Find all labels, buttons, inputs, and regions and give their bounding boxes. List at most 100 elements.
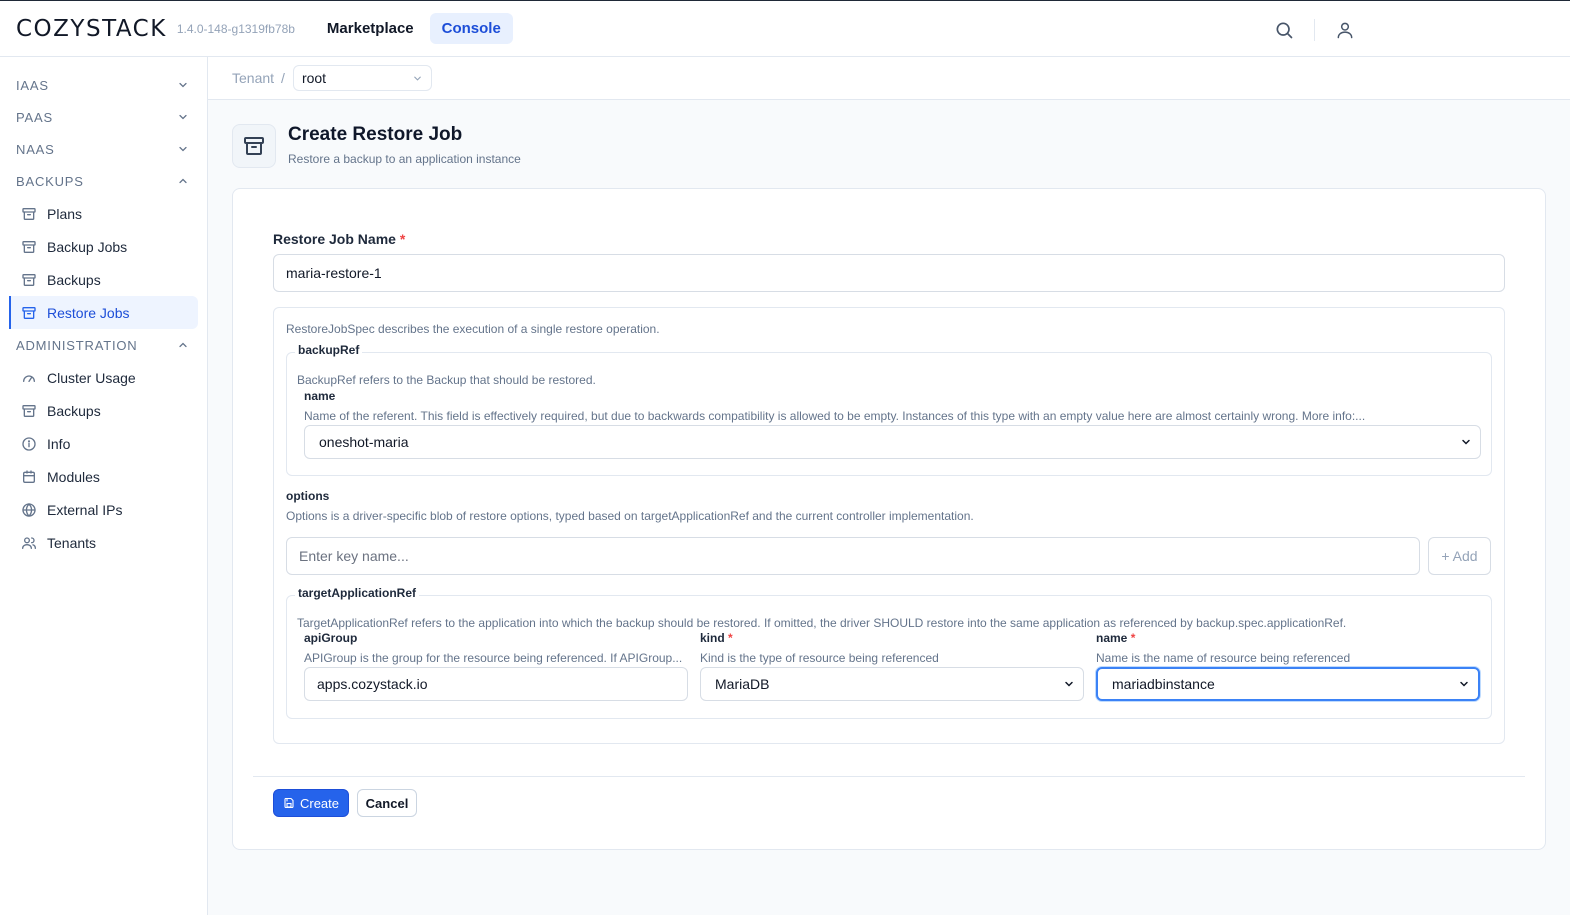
- sidebar-item-label: Modules: [47, 468, 100, 485]
- select-value: MariaDB: [715, 676, 770, 692]
- sidebar-item-tenants[interactable]: Tenants: [9, 526, 198, 559]
- breadcrumb-separator: /: [281, 70, 285, 86]
- target-app-ref-fieldset: targetApplicationRef TargetApplicationRe…: [286, 586, 1492, 719]
- backupref-legend: backupRef: [295, 343, 363, 357]
- sidebar-item-restore-jobs[interactable]: Restore Jobs: [9, 296, 198, 329]
- label-text: kind: [700, 631, 725, 645]
- archive-icon: [232, 124, 276, 168]
- apigroup-description: APIGroup is the group for the resource b…: [304, 651, 683, 665]
- top-actions: [1274, 19, 1355, 41]
- app-logo[interactable]: COZYSTACK: [16, 16, 167, 42]
- label-text: name: [1096, 631, 1128, 645]
- select-value: mariadbinstance: [1112, 676, 1215, 692]
- archive-icon: [21, 206, 37, 222]
- top-bar: COZYSTACK 1.4.0-148-g1319fb78b Marketpla…: [0, 0, 1570, 57]
- calendar-icon: [21, 469, 37, 485]
- create-button[interactable]: Create: [273, 789, 349, 817]
- page-header: Create Restore Job Restore a backup to a…: [232, 124, 521, 168]
- restore-job-name-input[interactable]: [273, 254, 1505, 292]
- options-key-input[interactable]: [286, 537, 1420, 575]
- chevron-down-icon: [177, 79, 189, 91]
- sidebar-section-naas[interactable]: NAAS: [0, 133, 207, 165]
- sidebar-item-cluster-usage[interactable]: Cluster Usage: [9, 361, 198, 394]
- chevron-down-icon: [412, 73, 423, 84]
- form-divider: [253, 776, 1525, 777]
- app-version: 1.4.0-148-g1319fb78b: [176, 21, 295, 36]
- sidebar-section-iaas[interactable]: IAAS: [0, 69, 207, 101]
- page-subtitle: Restore a backup to an application insta…: [288, 152, 521, 166]
- archive-icon: [21, 239, 37, 255]
- kind-select[interactable]: MariaDB: [700, 667, 1084, 701]
- sidebar-item-plans[interactable]: Plans: [9, 197, 198, 230]
- chevron-up-icon: [177, 339, 189, 351]
- sidebar-item-label: External IPs: [47, 501, 123, 518]
- search-icon[interactable]: [1274, 20, 1294, 40]
- sidebar-item-label: Backup Jobs: [47, 238, 128, 255]
- sidebar-item-label: Tenants: [47, 534, 97, 551]
- sidebar-item-label: Info: [47, 435, 71, 452]
- section-label: PAAS: [16, 109, 53, 125]
- sidebar-item-label: Backups: [47, 402, 101, 419]
- sidebar-item-label: Backups: [47, 271, 101, 288]
- sidebar-item-backup-jobs[interactable]: Backup Jobs: [9, 230, 198, 263]
- chevron-down-icon: [177, 143, 189, 155]
- kind-label: kind *: [700, 631, 733, 645]
- sidebar-item-info[interactable]: Info: [9, 427, 198, 460]
- spec-description: RestoreJobSpec describes the execution o…: [286, 322, 660, 336]
- options-description: Options is a driver-specific blob of res…: [286, 509, 974, 523]
- options-label: options: [286, 489, 330, 503]
- section-label: IAAS: [16, 77, 49, 93]
- target-name-label: name *: [1096, 631, 1135, 645]
- options-add-button[interactable]: + Add: [1428, 537, 1491, 575]
- restore-job-name-label: Restore Job Name *: [273, 231, 405, 247]
- namespace-select[interactable]: root: [292, 65, 432, 91]
- sidebar-section-paas[interactable]: PAAS: [0, 101, 207, 133]
- sidebar-item-label: Plans: [47, 205, 83, 222]
- sidebar-item-admin-backups[interactable]: Backups: [9, 394, 198, 427]
- form-card: Restore Job Name * RestoreJobSpec descri…: [232, 188, 1546, 850]
- label-text: Restore Job Name: [273, 231, 396, 247]
- chevron-down-icon: [1063, 678, 1075, 690]
- user-icon[interactable]: [1335, 20, 1355, 40]
- required-mark: *: [1130, 631, 1136, 645]
- required-mark: *: [399, 231, 406, 247]
- target-app-ref-description: TargetApplicationRef refers to the appli…: [297, 616, 1347, 630]
- cancel-button[interactable]: Cancel: [357, 789, 417, 817]
- header-divider: [1314, 19, 1315, 41]
- info-icon: [21, 436, 37, 452]
- gauge-icon: [21, 370, 37, 386]
- nav-console[interactable]: Console: [429, 13, 513, 44]
- sidebar-item-external-ips[interactable]: External IPs: [9, 493, 198, 526]
- chevron-down-icon: [1460, 436, 1472, 448]
- sidebar-item-label: Cluster Usage: [47, 369, 136, 386]
- apigroup-label: apiGroup: [304, 631, 358, 645]
- sidebar-item-modules[interactable]: Modules: [9, 460, 198, 493]
- sidebar-item-label: Restore Jobs: [47, 304, 130, 321]
- select-value: oneshot-maria: [319, 434, 409, 450]
- sidebar-item-backups[interactable]: Backups: [9, 263, 198, 296]
- apigroup-input[interactable]: [304, 667, 688, 701]
- backupref-name-description: Name of the referent. This field is effe…: [304, 409, 1366, 423]
- target-app-ref-legend: targetApplicationRef: [295, 586, 420, 600]
- sidebar-section-backups[interactable]: BACKUPS: [0, 165, 207, 197]
- section-label: ADMINISTRATION: [16, 337, 138, 353]
- save-icon: [283, 797, 295, 809]
- target-name-select[interactable]: mariadbinstance: [1096, 667, 1480, 701]
- sidebar-section-administration[interactable]: ADMINISTRATION: [0, 329, 207, 361]
- sidebar: IAAS PAAS NAAS BACKUPS Plans Backup Jobs…: [0, 57, 208, 915]
- required-mark: *: [728, 631, 733, 645]
- backupref-name-select[interactable]: oneshot-maria: [304, 425, 1481, 459]
- target-name-description: Name is the name of resource being refer…: [1096, 651, 1351, 665]
- section-label: NAAS: [16, 141, 55, 157]
- archive-icon: [21, 305, 37, 321]
- globe-icon: [21, 502, 37, 518]
- chevron-down-icon: [177, 111, 189, 123]
- nav-marketplace[interactable]: Marketplace: [315, 13, 426, 44]
- backupref-name-label: name: [304, 389, 336, 403]
- breadcrumb-tenant[interactable]: Tenant: [232, 70, 274, 86]
- namespace-value: root: [301, 70, 327, 86]
- page-heading: Create Restore Job Restore a backup to a…: [276, 124, 521, 166]
- chevron-up-icon: [177, 175, 189, 187]
- section-label: BACKUPS: [16, 173, 84, 189]
- restore-job-spec: RestoreJobSpec describes the execution o…: [273, 307, 1505, 744]
